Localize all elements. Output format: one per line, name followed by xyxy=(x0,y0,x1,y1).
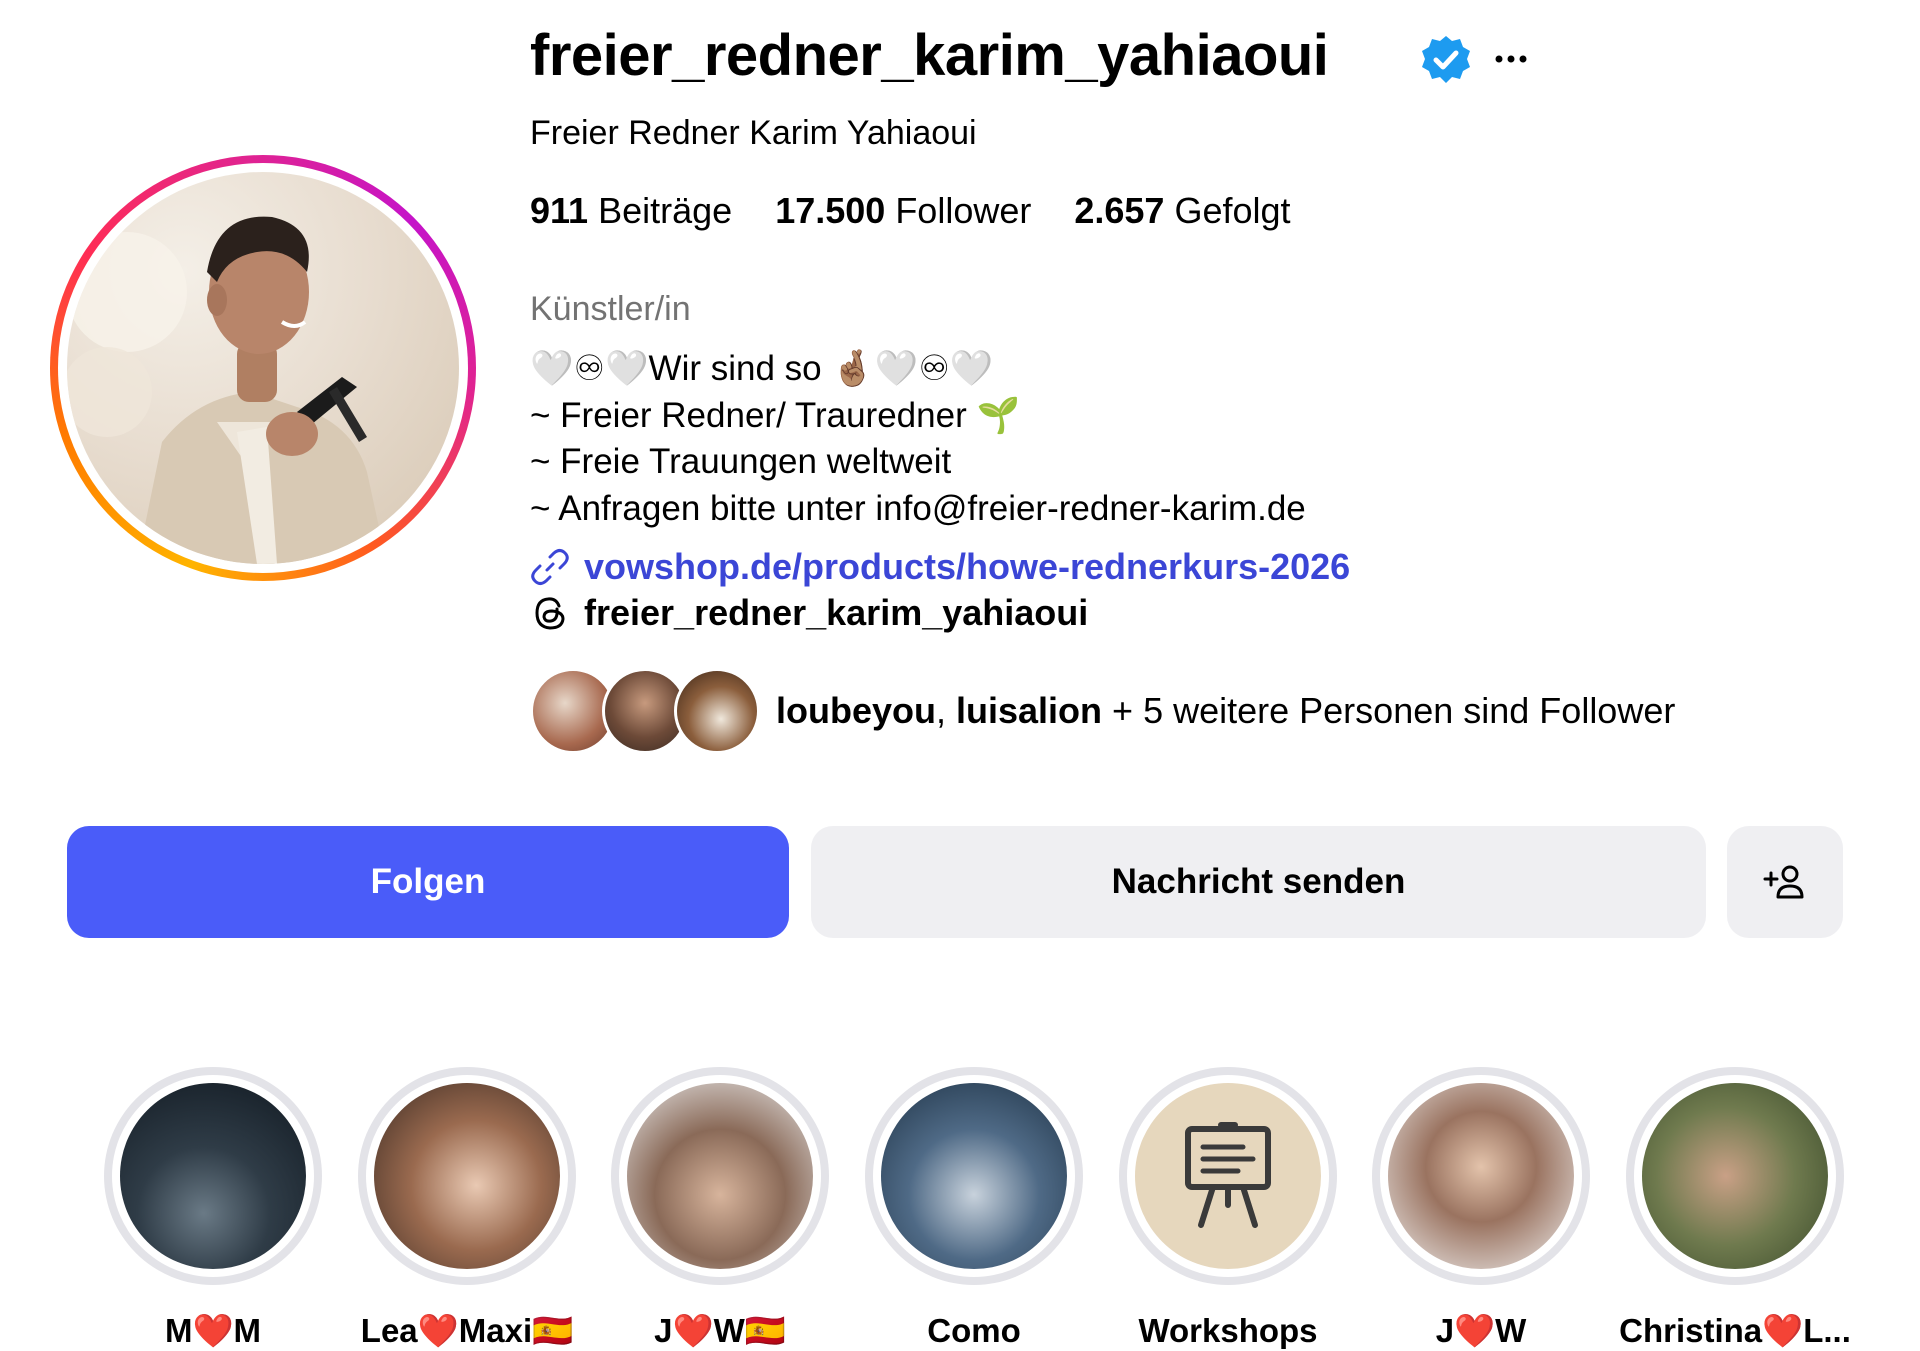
display-name: Freier Redner Karim Yahiaoui xyxy=(530,114,977,152)
verified-badge-icon xyxy=(1419,33,1473,87)
followed-by[interactable]: loubeyou, luisalion + 5 weitere Personen… xyxy=(530,668,1675,754)
message-button[interactable]: Nachricht senden xyxy=(811,826,1706,938)
highlight-item[interactable] xyxy=(1626,1067,1844,1285)
presentation-board-icon xyxy=(1185,1122,1271,1228)
more-options-icon[interactable] xyxy=(1491,44,1531,74)
highlight-cover xyxy=(1642,1083,1828,1269)
profile-username: freier_redner_karim_yahiaoui xyxy=(530,23,1329,88)
followed-by-text: loubeyou, luisalion + 5 weitere Personen… xyxy=(776,690,1675,732)
posts-stat[interactable]: 911 Beiträge xyxy=(530,190,732,232)
followers-stat[interactable]: 17.500 Follower xyxy=(775,190,1031,232)
link-icon xyxy=(531,549,569,585)
following-count: 2.657 xyxy=(1074,190,1165,231)
highlight-item[interactable] xyxy=(104,1067,322,1285)
highlight-item[interactable] xyxy=(358,1067,576,1285)
threads-link[interactable]: freier_redner_karim_yahiaoui xyxy=(530,592,1088,634)
highlight-item[interactable] xyxy=(1372,1067,1590,1285)
bio-line: 🤍♾🤍Wir sind so 🤞🏽🤍♾🤍 xyxy=(530,349,994,388)
highlight-cover xyxy=(1388,1083,1574,1269)
follower-name[interactable]: luisalion xyxy=(956,690,1102,731)
bio-line: ~ Freie Trauungen weltweit xyxy=(530,442,952,481)
highlight-item[interactable] xyxy=(611,1067,829,1285)
profile-avatar[interactable] xyxy=(67,172,459,564)
bio-line: ~ Freier Redner/ Trauredner 🌱 xyxy=(530,396,1021,435)
following-label: Gefolgt xyxy=(1174,190,1291,231)
link-text[interactable]: vowshop.de/products/howe-rednerkurs-2026 xyxy=(584,546,1350,588)
highlight-cover xyxy=(1135,1083,1321,1269)
highlight-label[interactable]: Como xyxy=(844,1312,1104,1350)
following-stat[interactable]: 2.657 Gefolgt xyxy=(1074,190,1290,232)
suggest-people-button[interactable] xyxy=(1727,826,1843,938)
followed-by-rest: + 5 weitere Personen sind Follower xyxy=(1102,690,1676,731)
highlight-cover xyxy=(374,1083,560,1269)
highlight-item[interactable] xyxy=(865,1067,1083,1285)
bio-line: ~ Anfragen bitte unter info@freier-redne… xyxy=(530,489,1306,528)
highlight-cover xyxy=(881,1083,1067,1269)
profile-category: Künstler/in xyxy=(530,290,691,328)
posts-label: Beiträge xyxy=(598,190,733,231)
threads-icon xyxy=(535,597,565,630)
posts-count: 911 xyxy=(530,190,589,231)
highlight-cover xyxy=(120,1083,306,1269)
highlight-label[interactable]: Lea❤️Maxi🇪🇸 xyxy=(337,1312,597,1351)
follower-separator: , xyxy=(936,690,957,731)
highlight-cover xyxy=(627,1083,813,1269)
follower-name[interactable]: loubeyou xyxy=(776,690,936,731)
follower-avatar[interactable] xyxy=(674,668,760,754)
highlight-label[interactable]: J❤️W xyxy=(1351,1312,1611,1351)
followers-count: 17.500 xyxy=(775,190,886,231)
profile-stats: 911 Beiträge 17.500 Follower 2.657 Gefol… xyxy=(530,190,1291,232)
external-link[interactable]: vowshop.de/products/howe-rednerkurs-2026 xyxy=(530,546,1350,588)
follow-button[interactable]: Folgen xyxy=(67,826,789,938)
threads-handle[interactable]: freier_redner_karim_yahiaoui xyxy=(584,592,1088,634)
highlight-label[interactable]: J❤️W🇪🇸 xyxy=(590,1312,850,1351)
highlight-label[interactable]: Workshops xyxy=(1098,1312,1358,1350)
followers-label: Follower xyxy=(895,190,1032,231)
avatar-photo xyxy=(67,216,387,564)
highlight-label[interactable]: M❤️M xyxy=(83,1312,343,1351)
highlight-label[interactable]: Christina❤️L... xyxy=(1605,1312,1865,1351)
add-person-icon xyxy=(1763,865,1804,899)
highlight-item[interactable] xyxy=(1119,1067,1337,1285)
